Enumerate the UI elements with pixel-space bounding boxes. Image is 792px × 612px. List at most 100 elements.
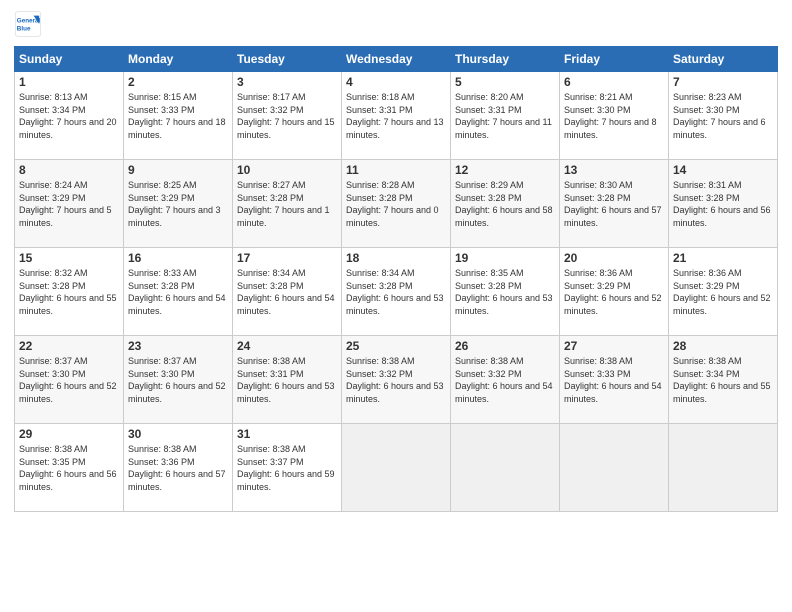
- day-info: Sunrise: 8:27 AMSunset: 3:28 PMDaylight:…: [237, 180, 330, 228]
- day-info: Sunrise: 8:35 AMSunset: 3:28 PMDaylight:…: [455, 268, 553, 316]
- day-number: 4: [346, 75, 446, 89]
- dow-header: Friday: [560, 47, 669, 72]
- calendar-cell: 21 Sunrise: 8:36 AMSunset: 3:29 PMDaylig…: [669, 248, 778, 336]
- day-number: 10: [237, 163, 337, 177]
- calendar-cell: 4 Sunrise: 8:18 AMSunset: 3:31 PMDayligh…: [342, 72, 451, 160]
- day-number: 27: [564, 339, 664, 353]
- day-number: 21: [673, 251, 773, 265]
- day-number: 7: [673, 75, 773, 89]
- day-info: Sunrise: 8:36 AMSunset: 3:29 PMDaylight:…: [564, 268, 662, 316]
- day-info: Sunrise: 8:38 AMSunset: 3:33 PMDaylight:…: [564, 356, 662, 404]
- day-info: Sunrise: 8:29 AMSunset: 3:28 PMDaylight:…: [455, 180, 553, 228]
- calendar-week: 8 Sunrise: 8:24 AMSunset: 3:29 PMDayligh…: [15, 160, 778, 248]
- calendar-week: 29 Sunrise: 8:38 AMSunset: 3:35 PMDaylig…: [15, 424, 778, 512]
- calendar-cell: 25 Sunrise: 8:38 AMSunset: 3:32 PMDaylig…: [342, 336, 451, 424]
- day-info: Sunrise: 8:36 AMSunset: 3:29 PMDaylight:…: [673, 268, 771, 316]
- day-info: Sunrise: 8:21 AMSunset: 3:30 PMDaylight:…: [564, 92, 657, 140]
- day-info: Sunrise: 8:38 AMSunset: 3:37 PMDaylight:…: [237, 444, 335, 492]
- calendar-cell: [560, 424, 669, 512]
- calendar-cell: 31 Sunrise: 8:38 AMSunset: 3:37 PMDaylig…: [233, 424, 342, 512]
- calendar-cell: 8 Sunrise: 8:24 AMSunset: 3:29 PMDayligh…: [15, 160, 124, 248]
- calendar-cell: 22 Sunrise: 8:37 AMSunset: 3:30 PMDaylig…: [15, 336, 124, 424]
- day-number: 6: [564, 75, 664, 89]
- calendar-cell: [342, 424, 451, 512]
- calendar-cell: 14 Sunrise: 8:31 AMSunset: 3:28 PMDaylig…: [669, 160, 778, 248]
- calendar-cell: 19 Sunrise: 8:35 AMSunset: 3:28 PMDaylig…: [451, 248, 560, 336]
- calendar-cell: 17 Sunrise: 8:34 AMSunset: 3:28 PMDaylig…: [233, 248, 342, 336]
- day-info: Sunrise: 8:33 AMSunset: 3:28 PMDaylight:…: [128, 268, 226, 316]
- day-number: 29: [19, 427, 119, 441]
- day-info: Sunrise: 8:38 AMSunset: 3:35 PMDaylight:…: [19, 444, 117, 492]
- calendar-week: 22 Sunrise: 8:37 AMSunset: 3:30 PMDaylig…: [15, 336, 778, 424]
- day-info: Sunrise: 8:25 AMSunset: 3:29 PMDaylight:…: [128, 180, 221, 228]
- day-info: Sunrise: 8:38 AMSunset: 3:31 PMDaylight:…: [237, 356, 335, 404]
- calendar-cell: 15 Sunrise: 8:32 AMSunset: 3:28 PMDaylig…: [15, 248, 124, 336]
- day-info: Sunrise: 8:34 AMSunset: 3:28 PMDaylight:…: [346, 268, 444, 316]
- calendar-cell: 28 Sunrise: 8:38 AMSunset: 3:34 PMDaylig…: [669, 336, 778, 424]
- calendar-week: 1 Sunrise: 8:13 AMSunset: 3:34 PMDayligh…: [15, 72, 778, 160]
- day-number: 22: [19, 339, 119, 353]
- calendar-cell: 23 Sunrise: 8:37 AMSunset: 3:30 PMDaylig…: [124, 336, 233, 424]
- calendar-cell: 20 Sunrise: 8:36 AMSunset: 3:29 PMDaylig…: [560, 248, 669, 336]
- day-number: 3: [237, 75, 337, 89]
- day-number: 2: [128, 75, 228, 89]
- day-number: 30: [128, 427, 228, 441]
- day-number: 13: [564, 163, 664, 177]
- logo-icon: General Blue: [14, 10, 42, 38]
- day-info: Sunrise: 8:34 AMSunset: 3:28 PMDaylight:…: [237, 268, 335, 316]
- calendar-cell: 5 Sunrise: 8:20 AMSunset: 3:31 PMDayligh…: [451, 72, 560, 160]
- calendar-week: 15 Sunrise: 8:32 AMSunset: 3:28 PMDaylig…: [15, 248, 778, 336]
- day-number: 14: [673, 163, 773, 177]
- day-number: 12: [455, 163, 555, 177]
- calendar: SundayMondayTuesdayWednesdayThursdayFrid…: [14, 46, 778, 512]
- calendar-cell: 12 Sunrise: 8:29 AMSunset: 3:28 PMDaylig…: [451, 160, 560, 248]
- day-info: Sunrise: 8:37 AMSunset: 3:30 PMDaylight:…: [19, 356, 117, 404]
- calendar-cell: [669, 424, 778, 512]
- calendar-cell: 18 Sunrise: 8:34 AMSunset: 3:28 PMDaylig…: [342, 248, 451, 336]
- day-number: 18: [346, 251, 446, 265]
- day-number: 25: [346, 339, 446, 353]
- day-info: Sunrise: 8:17 AMSunset: 3:32 PMDaylight:…: [237, 92, 335, 140]
- day-info: Sunrise: 8:38 AMSunset: 3:34 PMDaylight:…: [673, 356, 771, 404]
- calendar-cell: 27 Sunrise: 8:38 AMSunset: 3:33 PMDaylig…: [560, 336, 669, 424]
- day-info: Sunrise: 8:23 AMSunset: 3:30 PMDaylight:…: [673, 92, 766, 140]
- calendar-cell: 7 Sunrise: 8:23 AMSunset: 3:30 PMDayligh…: [669, 72, 778, 160]
- day-info: Sunrise: 8:30 AMSunset: 3:28 PMDaylight:…: [564, 180, 662, 228]
- day-number: 1: [19, 75, 119, 89]
- calendar-cell: 29 Sunrise: 8:38 AMSunset: 3:35 PMDaylig…: [15, 424, 124, 512]
- day-number: 24: [237, 339, 337, 353]
- dow-header: Tuesday: [233, 47, 342, 72]
- calendar-cell: 24 Sunrise: 8:38 AMSunset: 3:31 PMDaylig…: [233, 336, 342, 424]
- calendar-cell: 10 Sunrise: 8:27 AMSunset: 3:28 PMDaylig…: [233, 160, 342, 248]
- day-info: Sunrise: 8:38 AMSunset: 3:32 PMDaylight:…: [346, 356, 444, 404]
- svg-text:Blue: Blue: [17, 25, 31, 32]
- calendar-cell: 11 Sunrise: 8:28 AMSunset: 3:28 PMDaylig…: [342, 160, 451, 248]
- day-info: Sunrise: 8:18 AMSunset: 3:31 PMDaylight:…: [346, 92, 444, 140]
- day-number: 11: [346, 163, 446, 177]
- calendar-cell: 13 Sunrise: 8:30 AMSunset: 3:28 PMDaylig…: [560, 160, 669, 248]
- day-info: Sunrise: 8:13 AMSunset: 3:34 PMDaylight:…: [19, 92, 117, 140]
- day-info: Sunrise: 8:32 AMSunset: 3:28 PMDaylight:…: [19, 268, 117, 316]
- day-number: 8: [19, 163, 119, 177]
- day-number: 5: [455, 75, 555, 89]
- day-number: 15: [19, 251, 119, 265]
- day-number: 31: [237, 427, 337, 441]
- day-number: 26: [455, 339, 555, 353]
- calendar-cell: 16 Sunrise: 8:33 AMSunset: 3:28 PMDaylig…: [124, 248, 233, 336]
- calendar-cell: 9 Sunrise: 8:25 AMSunset: 3:29 PMDayligh…: [124, 160, 233, 248]
- day-info: Sunrise: 8:20 AMSunset: 3:31 PMDaylight:…: [455, 92, 552, 140]
- calendar-cell: 6 Sunrise: 8:21 AMSunset: 3:30 PMDayligh…: [560, 72, 669, 160]
- calendar-cell: 30 Sunrise: 8:38 AMSunset: 3:36 PMDaylig…: [124, 424, 233, 512]
- day-number: 19: [455, 251, 555, 265]
- calendar-cell: 3 Sunrise: 8:17 AMSunset: 3:32 PMDayligh…: [233, 72, 342, 160]
- dow-header: Thursday: [451, 47, 560, 72]
- day-of-week-row: SundayMondayTuesdayWednesdayThursdayFrid…: [15, 47, 778, 72]
- day-info: Sunrise: 8:24 AMSunset: 3:29 PMDaylight:…: [19, 180, 112, 228]
- calendar-cell: 26 Sunrise: 8:38 AMSunset: 3:32 PMDaylig…: [451, 336, 560, 424]
- day-info: Sunrise: 8:15 AMSunset: 3:33 PMDaylight:…: [128, 92, 226, 140]
- day-number: 28: [673, 339, 773, 353]
- dow-header: Wednesday: [342, 47, 451, 72]
- page: General Blue SundayMondayTuesdayWednesda…: [0, 0, 792, 612]
- day-number: 20: [564, 251, 664, 265]
- dow-header: Sunday: [15, 47, 124, 72]
